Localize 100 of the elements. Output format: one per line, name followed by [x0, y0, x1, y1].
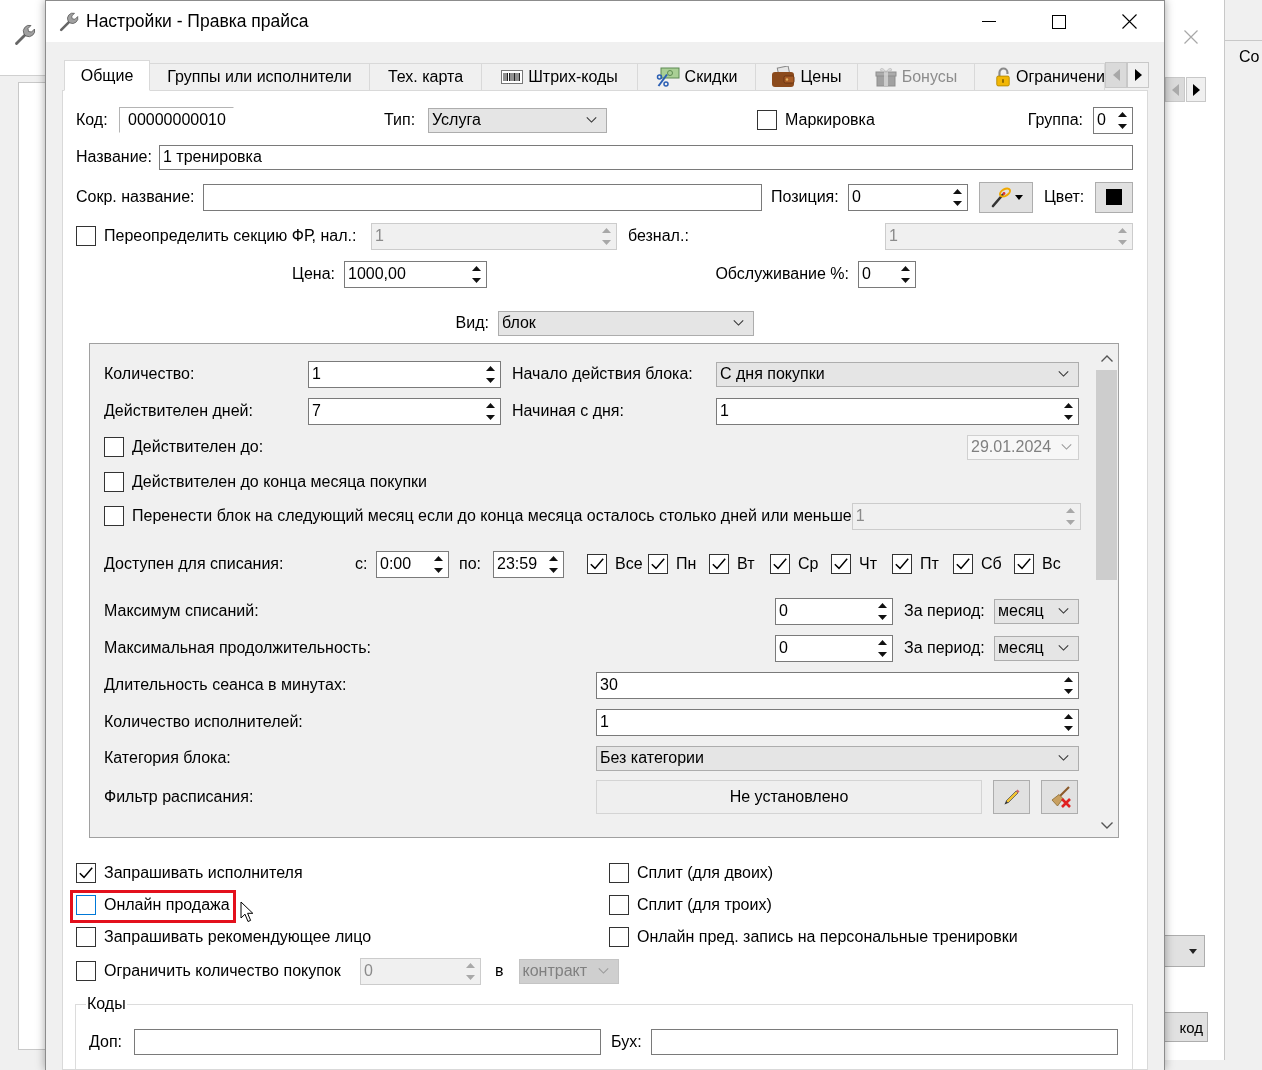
spin-box[interactable]: 0 — [858, 260, 916, 288]
dropdown[interactable]: Услуга — [428, 107, 607, 133]
spin-box[interactable]: 0 — [848, 183, 968, 211]
chevron-down-icon — [1061, 444, 1072, 450]
scroll-right-button[interactable] — [1127, 62, 1149, 88]
text-field[interactable] — [651, 1029, 1118, 1055]
dropdown[interactable]: С дня покупки — [716, 361, 1079, 387]
text-field[interactable] — [203, 183, 762, 211]
spin-down-button[interactable] — [547, 565, 560, 575]
spin-down-button[interactable] — [876, 649, 889, 659]
maximize-icon — [1052, 14, 1066, 29]
spin-down-button[interactable] — [876, 612, 889, 622]
spin-down-button[interactable] — [1062, 412, 1075, 422]
spin-box[interactable]: 0:00 — [376, 550, 449, 578]
checkbox-label: Онлайн продажа — [104, 896, 230, 914]
spin-down-button[interactable] — [1116, 121, 1129, 131]
caret-down-icon — [1189, 948, 1197, 954]
chevron-down-icon[interactable] — [1100, 822, 1113, 829]
spin-down-button[interactable] — [951, 198, 964, 208]
spin-up-button[interactable] — [432, 553, 445, 563]
checkbox[interactable] — [892, 554, 912, 574]
field-label: Вид: — [455, 314, 489, 332]
checkbox[interactable] — [76, 927, 96, 947]
close-icon — [1121, 14, 1137, 29]
checkbox[interactable] — [609, 927, 629, 947]
checkbox[interactable] — [76, 895, 96, 915]
checkbox[interactable] — [757, 110, 777, 130]
field-label: За период: — [904, 602, 985, 620]
schedule-filter-button[interactable]: Не установлено — [596, 780, 982, 814]
spin-down-button[interactable] — [1062, 723, 1075, 733]
spin-box[interactable]: 7 — [308, 397, 501, 425]
checkbox[interactable] — [770, 554, 790, 574]
tab[interactable]: Скидки — [638, 63, 756, 91]
spin-box[interactable]: 30 — [596, 671, 1079, 699]
dropdown[interactable]: блок — [498, 310, 754, 336]
spin-box[interactable]: 0 — [775, 634, 893, 662]
spin-box[interactable]: 0 — [775, 597, 893, 625]
dropdown[interactable]: месяц — [994, 598, 1079, 624]
arrow-left-icon — [1112, 69, 1120, 81]
scrollbar-thumb[interactable] — [1096, 370, 1117, 580]
tab[interactable]: Общие — [64, 60, 150, 91]
tab[interactable]: Штрих-коды — [482, 63, 638, 91]
text-field[interactable] — [134, 1029, 601, 1055]
spin-box[interactable]: 1 — [716, 397, 1079, 425]
edit-button[interactable] — [993, 780, 1030, 814]
tab[interactable]: Тех. карта — [370, 63, 482, 91]
spin-down-button[interactable] — [484, 412, 497, 422]
checkbox[interactable] — [709, 554, 729, 574]
spin-up-button[interactable] — [470, 263, 483, 273]
text-field[interactable]: 00000000010 — [119, 107, 234, 133]
spin-box[interactable]: 1000,00 — [344, 260, 487, 288]
dropdown[interactable]: месяц — [994, 635, 1079, 661]
spin-box[interactable]: 0 — [1093, 106, 1133, 134]
spin-up-button[interactable] — [484, 363, 497, 373]
spin-down-button[interactable] — [899, 275, 912, 285]
chevron-up-icon[interactable] — [1100, 355, 1113, 362]
spin-up-button[interactable] — [484, 400, 497, 410]
tab[interactable]: Цены — [756, 63, 858, 91]
window-title: Настройки - Правка прайса — [86, 11, 309, 32]
spin-up-button[interactable] — [1062, 400, 1075, 410]
color-button[interactable] — [1095, 181, 1133, 213]
spin-up-button[interactable] — [876, 600, 889, 610]
checkbox[interactable] — [609, 863, 629, 883]
spin-up-button[interactable] — [1116, 109, 1129, 119]
checkbox-label: Действителен до: — [132, 438, 264, 456]
spin-box[interactable]: 1 — [596, 708, 1079, 736]
spin-box[interactable]: 23:59 — [493, 550, 564, 578]
scroll-right-button[interactable] — [1186, 77, 1206, 102]
spin-up-button[interactable] — [1062, 711, 1075, 721]
checkbox[interactable] — [587, 554, 607, 574]
checkmark-icon — [895, 558, 909, 570]
checkbox[interactable] — [953, 554, 973, 574]
arrow-down-icon — [1118, 239, 1127, 245]
arrow-up-icon — [1065, 507, 1075, 513]
checkbox[interactable] — [648, 554, 668, 574]
spin-down-button[interactable] — [1062, 686, 1075, 696]
text-field[interactable]: 1 тренировка — [159, 144, 1133, 170]
push-button[interactable]: код — [1165, 1012, 1208, 1042]
color-picker-button[interactable] — [979, 181, 1033, 213]
padlock-icon — [995, 67, 1011, 87]
arrow-up-icon — [466, 962, 475, 968]
spin-up-button[interactable] — [1062, 674, 1075, 684]
spin-down-button[interactable] — [432, 565, 445, 575]
spin-down-button[interactable] — [484, 375, 497, 385]
spin-up-button[interactable] — [951, 186, 964, 196]
spin-box[interactable]: 1 — [308, 360, 501, 388]
tab[interactable]: Ограничени — [975, 63, 1105, 91]
field-label: Количество: — [104, 365, 195, 383]
clear-button[interactable] — [1041, 780, 1078, 814]
checkbox[interactable] — [76, 863, 96, 883]
spin-down-button[interactable] — [470, 275, 483, 285]
checkbox[interactable] — [1014, 554, 1034, 574]
checkbox[interactable] — [831, 554, 851, 574]
checkbox[interactable] — [609, 895, 629, 915]
checkbox[interactable] — [104, 472, 124, 492]
spin-up-button[interactable] — [899, 263, 912, 273]
tab[interactable]: Группы или исполнители — [150, 63, 370, 91]
spin-up-button[interactable] — [876, 637, 889, 647]
dropdown[interactable]: Без категории — [596, 745, 1079, 771]
spin-up-button[interactable] — [547, 553, 560, 563]
